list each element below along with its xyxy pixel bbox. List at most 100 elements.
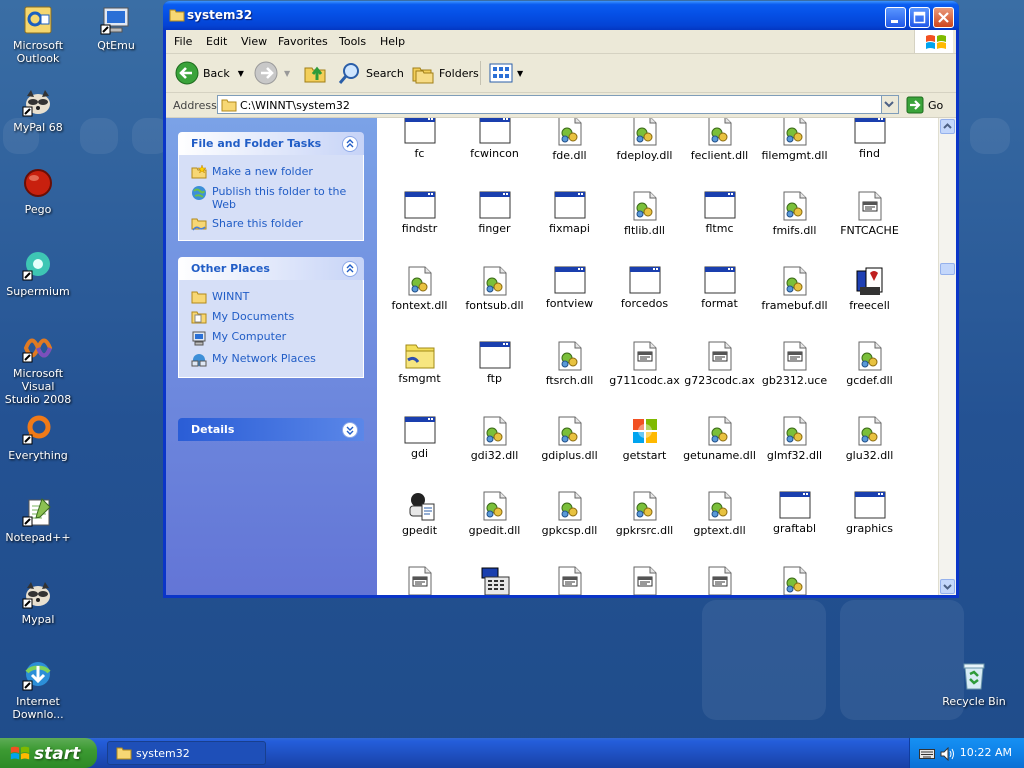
keyboard-icon[interactable] [919,748,935,760]
file-item[interactable]: gpkrsrc.dll [607,490,682,537]
file-item[interactable]: getuname.dll [682,415,757,462]
file-item[interactable]: fc [382,118,457,160]
file-item[interactable]: glmf32.dll [757,415,832,462]
views-dropdown-icon[interactable]: ▼ [517,69,523,78]
place-my-documents[interactable]: My Documents [179,307,363,327]
file-item[interactable]: filemgmt.dll [757,118,832,162]
menu-edit[interactable]: Edit [206,35,227,48]
go-button[interactable]: Go [906,96,943,114]
expand-icon[interactable] [342,422,358,438]
file-item[interactable]: fmifs.dll [757,190,832,237]
file-item[interactable]: ftsrch.dll [532,340,607,387]
place-my-computer[interactable]: My Computer [179,327,363,349]
desktop-icon-qtemu[interactable]: QtEmu [78,4,154,52]
file-item[interactable]: fdeploy.dll [607,118,682,162]
file-item[interactable]: gcdef.dll [832,340,907,387]
panel-header[interactable]: File and Folder Tasks [178,132,364,155]
file-item[interactable]: fontview [532,265,607,310]
menu-help[interactable]: Help [380,35,405,48]
file-item[interactable]: gdiplus.dll [532,415,607,462]
taskbar-item-system32[interactable]: system32 [107,741,266,765]
menu-file[interactable]: File [174,35,192,48]
file-item[interactable]: fsmgmt [382,340,457,385]
up-folder-button[interactable] [303,61,331,85]
file-item[interactable]: fontext.dll [382,265,457,312]
views-button[interactable]: ▼ [489,61,523,85]
file-item[interactable]: h323msp.dll [757,565,832,595]
title-bar[interactable]: system32 [163,1,959,30]
scroll-down-button[interactable] [940,579,955,594]
file-item[interactable]: fontsub.dll [457,265,532,312]
scroll-up-button[interactable] [940,119,955,134]
task-share-folder[interactable]: Share this folder [179,214,363,234]
collapse-icon[interactable] [342,136,358,152]
desktop-icon-visual-studio[interactable]: Microsoft Visual Studio 2008 [0,332,76,406]
desktop-icon-outlook[interactable]: Microsoft Outlook [0,4,76,65]
menu-view[interactable]: View [241,35,267,48]
file-item[interactable]: h323 [682,565,757,595]
task-publish-web[interactable]: Publish this folder to the Web [179,182,363,214]
file-item[interactable]: finger [457,190,532,235]
desktop-icon-recycle-bin[interactable]: Recycle Bin [936,660,1012,708]
file-item[interactable]: FNTCACHE [832,190,907,237]
search-button[interactable]: Search [338,61,404,85]
desktop-icon-notepadpp[interactable]: Notepad++ [0,496,76,544]
menu-favorites[interactable]: Favorites [278,35,328,48]
file-item[interactable]: fltmc [682,190,757,235]
collapse-icon[interactable] [342,261,358,277]
start-button[interactable]: start [0,738,97,768]
file-item[interactable]: gdi32.dll [457,415,532,462]
file-item[interactable]: ftp [457,340,532,385]
volume-icon[interactable] [940,747,956,761]
menu-tools[interactable]: Tools [339,35,366,48]
file-item[interactable]: grpconv [457,565,532,595]
file-item[interactable]: fltlib.dll [607,190,682,237]
minimize-button[interactable] [885,7,906,28]
panel-header[interactable]: Other Places [178,257,364,280]
file-item[interactable]: h261_32.ax [532,565,607,595]
maximize-button[interactable] [909,7,930,28]
task-make-new-folder[interactable]: Make a new folder [179,162,363,182]
file-item[interactable]: graphics [832,490,907,535]
desktop-icon-mypal68[interactable]: MyPal 68 [0,86,76,134]
file-item[interactable]: graphics.pro [382,565,457,595]
file-item[interactable]: freecell [832,265,907,312]
vertical-scrollbar[interactable] [938,118,956,595]
panel-header[interactable]: Details [178,418,364,441]
file-item[interactable]: fixmapi [532,190,607,235]
file-item[interactable]: forcedos [607,265,682,310]
file-item[interactable]: gb2312.uce [757,340,832,387]
address-dropdown[interactable] [881,96,898,113]
file-item[interactable]: findstr [382,190,457,235]
desktop-icon-mypal[interactable]: Mypal [0,578,76,626]
file-item[interactable]: gdi [382,415,457,460]
back-button[interactable]: Back ▼ [175,61,244,85]
file-item[interactable]: h263_32.ax [607,565,682,595]
file-item[interactable]: graftabl [757,490,832,535]
back-dropdown-icon[interactable]: ▼ [238,69,244,78]
file-item[interactable]: g711codc.ax [607,340,682,387]
forward-button[interactable]: ▼ [254,61,290,85]
place-winnt[interactable]: WINNT [179,287,363,307]
file-item[interactable]: format [682,265,757,310]
file-item[interactable]: feclient.dll [682,118,757,162]
desktop-icon-everything[interactable]: Everything [0,414,76,462]
file-item[interactable]: gpedit.dll [457,490,532,537]
close-button[interactable] [933,7,954,28]
file-item[interactable]: glu32.dll [832,415,907,462]
file-item[interactable]: gptext.dll [682,490,757,537]
place-my-network-places[interactable]: My Network Places [179,349,363,371]
file-item[interactable]: getstart [607,415,682,462]
file-item[interactable]: g723codc.ax [682,340,757,387]
file-item[interactable]: gpkcsp.dll [532,490,607,537]
forward-dropdown-icon[interactable]: ▼ [284,69,290,78]
scroll-thumb[interactable] [940,263,955,275]
folders-button[interactable]: Folders [411,61,479,85]
file-item[interactable]: gpedit [382,490,457,537]
file-item[interactable]: fcwincon [457,118,532,160]
desktop-icon-supermium[interactable]: Supermium [0,250,76,298]
desktop-icon-internet-download[interactable]: Internet Downlo... [0,660,76,721]
desktop-icon-pego[interactable]: Pego [0,168,76,216]
file-item[interactable]: fde.dll [532,118,607,162]
file-item[interactable]: find [832,118,907,160]
